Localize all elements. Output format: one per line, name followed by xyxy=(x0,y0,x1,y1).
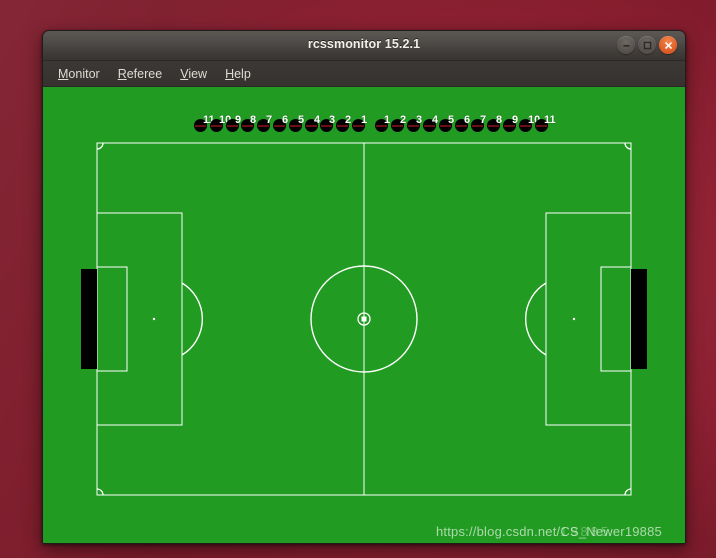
player-number: 4 xyxy=(432,114,439,126)
player-left-11[interactable]: 11 xyxy=(194,115,215,132)
player-right-9[interactable]: 9 xyxy=(503,115,518,132)
player-number: 7 xyxy=(480,114,487,126)
menu-help-mnemonic: H xyxy=(225,67,235,81)
right-goal xyxy=(631,269,647,369)
menu-item-view[interactable]: View xyxy=(171,64,216,83)
player-right-6[interactable]: 6 xyxy=(455,115,470,132)
left-penalty-spot xyxy=(152,317,156,321)
player-right-11[interactable]: 11 xyxy=(535,115,556,132)
player-number: 3 xyxy=(329,114,336,126)
player-number: 1 xyxy=(361,114,368,126)
menu-referee-mnemonic: R xyxy=(117,67,127,81)
player-right-10[interactable]: 10 xyxy=(519,115,540,132)
menu-help-label: elp xyxy=(234,67,251,81)
player-right-1[interactable]: 1 xyxy=(375,115,390,132)
player-left-8[interactable]: 8 xyxy=(241,115,256,132)
player-left-6[interactable]: 6 xyxy=(273,115,288,132)
player-number: 3 xyxy=(416,114,423,126)
player-number: 6 xyxy=(282,114,289,126)
rcssmonitor-window: rcssmonitor 15.2.1 Monitor Referee View … xyxy=(42,30,686,544)
player-number: 11 xyxy=(544,114,556,126)
player-number: 7 xyxy=(266,114,273,126)
player-right-7[interactable]: 7 xyxy=(471,115,486,132)
player-number: 9 xyxy=(512,114,519,126)
player-number: 1 xyxy=(384,114,391,126)
player-number: 5 xyxy=(298,114,305,126)
player-number: 8 xyxy=(496,114,503,126)
window-controls xyxy=(617,36,677,54)
player-left-3[interactable]: 3 xyxy=(320,115,335,132)
close-button[interactable] xyxy=(659,36,677,54)
minimize-button[interactable] xyxy=(617,36,635,54)
window-title: rcssmonitor 15.2.1 xyxy=(307,37,421,51)
player-left-10[interactable]: 10 xyxy=(210,115,231,132)
soccer-field-canvas[interactable]: 11 10 9 8 7 6 5 4 3 2 1 1 2 3 4 5 6 7 8 … xyxy=(43,87,685,543)
player-left-5[interactable]: 5 xyxy=(289,115,304,132)
maximize-button[interactable] xyxy=(638,36,656,54)
maximize-icon xyxy=(643,41,652,50)
menu-view-label: iew xyxy=(188,67,208,81)
player-left-4[interactable]: 4 xyxy=(305,115,320,132)
menu-bar: Monitor Referee View Help xyxy=(43,61,685,87)
player-number: 2 xyxy=(400,114,407,126)
player-number: 5 xyxy=(448,114,455,126)
player-left-7[interactable]: 7 xyxy=(257,115,272,132)
player-number: 8 xyxy=(250,114,257,126)
menu-item-help[interactable]: Help xyxy=(216,64,260,83)
player-left-1[interactable]: 1 xyxy=(352,115,367,132)
right-penalty-spot xyxy=(572,317,576,321)
minimize-icon xyxy=(622,41,631,50)
menu-item-referee[interactable]: Referee xyxy=(109,64,171,83)
menu-referee-label: eferee xyxy=(126,67,163,81)
title-bar[interactable]: rcssmonitor 15.2.1 xyxy=(43,31,685,61)
player-number: 6 xyxy=(464,114,471,126)
player-right-8[interactable]: 8 xyxy=(487,115,502,132)
menu-monitor-mnemonic: M xyxy=(58,67,69,81)
close-icon xyxy=(664,41,673,50)
player-number: 2 xyxy=(345,114,352,126)
player-left-9[interactable]: 9 xyxy=(226,115,241,132)
player-right-3[interactable]: 3 xyxy=(407,115,422,132)
left-goal xyxy=(81,269,97,369)
menu-monitor-label: onitor xyxy=(68,67,100,81)
menu-item-monitor[interactable]: Monitor xyxy=(49,64,109,83)
player-left-2[interactable]: 2 xyxy=(336,115,351,132)
player-right-5[interactable]: 5 xyxy=(439,115,454,132)
player-right-4[interactable]: 4 xyxy=(423,115,438,132)
player-right-2[interactable]: 2 xyxy=(391,115,406,132)
field-markings xyxy=(43,87,685,543)
ball xyxy=(361,316,367,322)
